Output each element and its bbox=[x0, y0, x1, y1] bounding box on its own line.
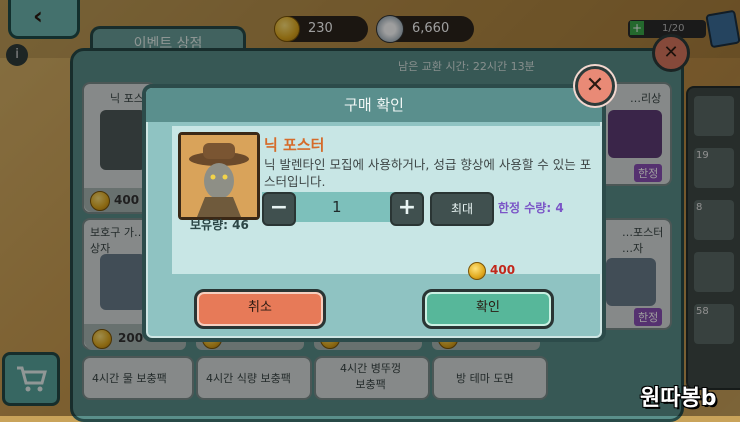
increase-button[interactable]: + bbox=[390, 192, 424, 226]
decrease-button[interactable]: − bbox=[262, 192, 296, 226]
purchase-confirm-dialog: 구매 확인 닉 포스터 닉 발렌타인 모집에 사용하거나, 성급 향상에 사용할… bbox=[142, 84, 606, 342]
cancel-button[interactable]: 취소 bbox=[194, 289, 326, 329]
owned-count: 보유량: 46 bbox=[190, 218, 249, 232]
watermark: 원따봉b bbox=[640, 386, 717, 411]
item-description: 닉 발렌타인 모집에 사용하거나, 성급 향상에 사용할 수 있는 포스터입니다… bbox=[264, 157, 592, 189]
coin-icon bbox=[468, 262, 486, 280]
max-button[interactable]: 최대 bbox=[430, 192, 494, 226]
dialog-close-button[interactable]: ✕ bbox=[575, 66, 615, 106]
limited-quantity: 한정 수량: 4 bbox=[498, 201, 564, 215]
item-name: 닉 포스터 bbox=[264, 136, 325, 154]
quantity-value: 1 bbox=[332, 198, 342, 216]
nick-poster-portrait bbox=[178, 132, 260, 220]
detective-portrait-icon bbox=[181, 135, 257, 217]
confirm-button[interactable]: 확인 bbox=[422, 289, 554, 329]
total-price: 400 bbox=[490, 263, 516, 277]
dialog-title: 구매 확인 bbox=[146, 88, 602, 122]
close-icon: ✕ bbox=[585, 73, 605, 98]
